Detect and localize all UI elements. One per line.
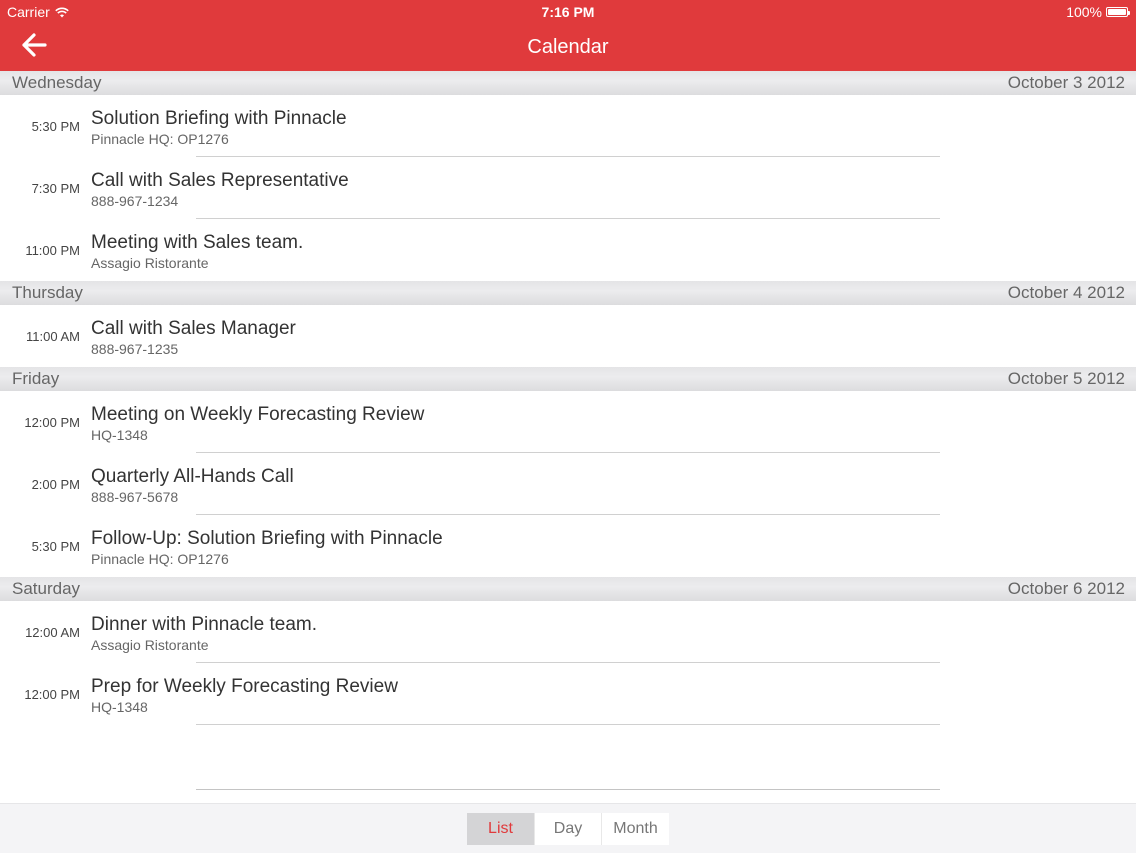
- event-time: 2:00 PM: [31, 477, 80, 492]
- day-date: October 4 2012: [1007, 283, 1125, 302]
- event-location: 888-967-1234: [91, 193, 179, 209]
- status-time: 7:16 PM: [541, 4, 595, 20]
- day-date: October 6 2012: [1007, 579, 1125, 598]
- day-name: Wednesday: [12, 73, 102, 92]
- event-location: 888-967-5678: [91, 489, 179, 505]
- event-row[interactable]: 12:00 PM Prep for Weekly Forecasting Rev…: [0, 663, 1136, 725]
- event-time: 11:00 PM: [25, 243, 80, 258]
- event-title: Follow-Up: Solution Briefing with Pinnac…: [91, 528, 443, 549]
- day-header-thursday: Thursday October 4 2012: [0, 281, 1136, 305]
- event-time: 7:30 PM: [31, 181, 80, 196]
- event-row[interactable]: 11:00 PM Meeting with Sales team. Assagi…: [0, 219, 1136, 281]
- event-time: 12:00 AM: [25, 625, 80, 640]
- day-date: October 3 2012: [1007, 73, 1125, 92]
- event-location: HQ-1348: [91, 427, 148, 443]
- row-divider: [196, 724, 940, 725]
- event-row[interactable]: 12:00 PM Meeting on Weekly Forecasting R…: [0, 391, 1136, 453]
- page-title: Calendar: [527, 36, 609, 58]
- day-name: Friday: [12, 369, 60, 388]
- event-row[interactable]: 5:30 PM Follow-Up: Solution Briefing wit…: [0, 515, 1136, 577]
- navigation-bar: Carrier 7:16 PM 100% Calendar: [0, 0, 1136, 71]
- event-location: Assagio Ristorante: [91, 255, 209, 271]
- day-name: Saturday: [12, 579, 81, 598]
- event-title: Meeting on Weekly Forecasting Review: [91, 404, 425, 425]
- month-view-button[interactable]: Month: [601, 813, 669, 845]
- event-time: 11:00 AM: [26, 329, 80, 344]
- battery-percent: 100%: [1066, 4, 1102, 20]
- event-title: Call with Sales Manager: [91, 318, 296, 339]
- day-header-friday: Friday October 5 2012: [0, 367, 1136, 391]
- bottom-toolbar: List Day Month: [0, 803, 1136, 853]
- event-row[interactable]: 12:00 AM Dinner with Pinnacle team. Assa…: [0, 601, 1136, 663]
- event-title: Prep for Weekly Forecasting Review: [91, 676, 398, 697]
- day-header-wednesday: Wednesday October 3 2012: [0, 71, 1136, 95]
- view-switcher: List Day Month: [467, 813, 669, 845]
- day-header-saturday: Saturday October 6 2012: [0, 577, 1136, 601]
- event-location: Assagio Ristorante: [91, 637, 209, 653]
- event-location: Pinnacle HQ: OP1276: [91, 131, 229, 147]
- event-title: Quarterly All-Hands Call: [91, 466, 294, 487]
- day-name: Thursday: [12, 283, 83, 302]
- event-location: HQ-1348: [91, 699, 148, 715]
- row-divider: [196, 789, 940, 790]
- event-location: 888-967-1235: [91, 341, 179, 357]
- list-view-button[interactable]: List: [467, 813, 534, 845]
- battery-icon: [1106, 7, 1130, 17]
- event-row[interactable]: 2:00 PM Quarterly All-Hands Call 888-967…: [0, 453, 1136, 515]
- event-location: Pinnacle HQ: OP1276: [91, 551, 229, 567]
- day-date: October 5 2012: [1007, 369, 1125, 388]
- event-title: Meeting with Sales team.: [91, 232, 304, 253]
- event-row[interactable]: 5:30 PM Solution Briefing with Pinnacle …: [0, 95, 1136, 157]
- event-title: Solution Briefing with Pinnacle: [91, 108, 347, 129]
- event-time: 5:30 PM: [31, 539, 80, 554]
- event-row[interactable]: 11:00 AM Call with Sales Manager 888-967…: [0, 305, 1136, 367]
- status-battery: 100%: [1066, 4, 1130, 20]
- event-list[interactable]: Wednesday October 3 2012 5:30 PM Solutio…: [0, 71, 1136, 803]
- event-title: Call with Sales Representative: [91, 170, 349, 191]
- event-time: 5:30 PM: [31, 119, 80, 134]
- event-row[interactable]: 7:30 PM Call with Sales Representative 8…: [0, 157, 1136, 219]
- event-time: 12:00 PM: [24, 687, 80, 702]
- day-view-button[interactable]: Day: [534, 813, 601, 845]
- event-time: 12:00 PM: [24, 415, 80, 430]
- event-title: Dinner with Pinnacle team.: [91, 614, 317, 635]
